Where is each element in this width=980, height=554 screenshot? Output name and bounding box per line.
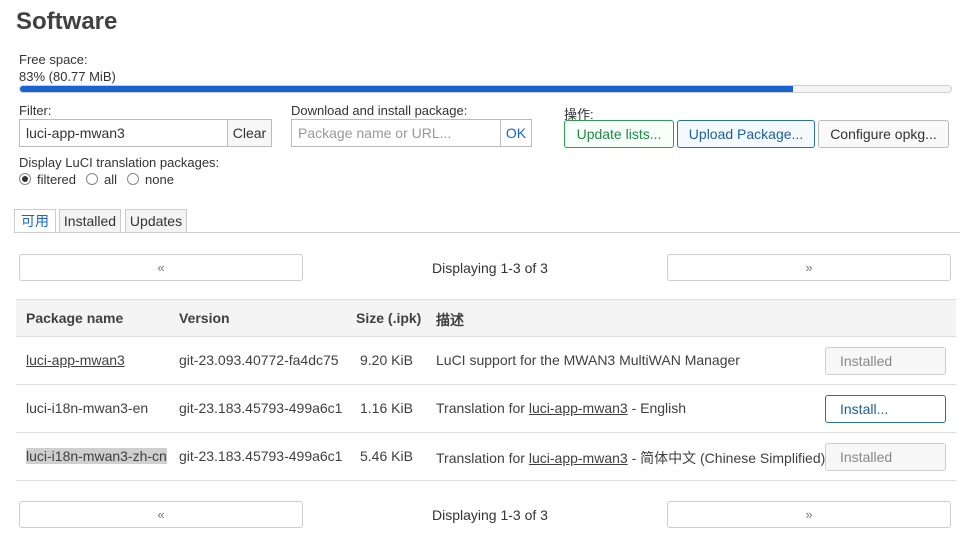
pager-status-bottom: Displaying 1-3 of 3 — [432, 507, 548, 523]
clear-button[interactable]: Clear — [227, 119, 272, 147]
package-name-selected: luci-i18n-mwan3-zh-cn — [26, 448, 167, 464]
radio-filtered[interactable]: filtered — [19, 172, 76, 187]
table-row: luci-i18n-mwan3-zh-cn git-23.183.45793-4… — [16, 433, 956, 481]
description-prefix: Translation for — [436, 450, 529, 466]
tab-available[interactable]: 可用 — [14, 209, 56, 233]
progress-fill — [20, 86, 793, 92]
pager-next-button-bottom[interactable]: » — [667, 501, 951, 528]
description-text: LuCI support for the MWAN3 MultiWAN Mana… — [436, 352, 740, 368]
pager-prev-button-top[interactable]: « — [19, 254, 303, 281]
free-space-progress-bar — [19, 85, 952, 93]
package-version: git-23.183.45793-499a6c1 — [179, 448, 343, 464]
package-name: luci-i18n-mwan3-en — [26, 400, 149, 416]
filter-label: Filter: — [19, 103, 52, 118]
configure-opkg-button[interactable]: Configure opkg... — [818, 120, 949, 148]
pager-prev-button-bottom[interactable]: « — [19, 501, 303, 528]
package-size: 5.46 KiB — [360, 448, 413, 464]
tab-updates[interactable]: Updates — [125, 209, 187, 233]
header-version: Version — [179, 310, 230, 326]
radio-filtered-label: filtered — [37, 171, 77, 187]
package-name-link[interactable]: luci-app-mwan3 — [26, 352, 125, 368]
package-description: Translation for luci-app-mwan3 - English — [436, 400, 686, 416]
radio-none[interactable]: none — [127, 172, 174, 187]
pager-next-button-top[interactable]: » — [667, 254, 951, 281]
package-version: git-23.183.45793-499a6c1 — [179, 400, 343, 416]
update-lists-button[interactable]: Update lists... — [564, 120, 674, 148]
radio-all-label: all — [104, 171, 118, 187]
tabs-divider — [14, 232, 960, 233]
install-button[interactable]: Install... — [825, 395, 946, 423]
description-package-link[interactable]: luci-app-mwan3 — [529, 400, 628, 416]
ok-button[interactable]: OK — [500, 119, 532, 147]
package-size: 9.20 KiB — [360, 352, 413, 368]
table-row: luci-app-mwan3 git-23.093.40772-fa4dc75 … — [16, 337, 956, 385]
description-suffix: - 简体中文 (Chinese Simplified) — [627, 450, 826, 466]
package-version: git-23.093.40772-fa4dc75 — [179, 352, 339, 368]
pager-status-top: Displaying 1-3 of 3 — [432, 260, 548, 276]
translation-radio-group: filtered all none — [19, 171, 184, 187]
header-package-name: Package name — [26, 310, 124, 326]
description-package-link[interactable]: luci-app-mwan3 — [529, 450, 628, 466]
table-row: luci-i18n-mwan3-en git-23.183.45793-499a… — [16, 385, 956, 433]
package-description: LuCI support for the MWAN3 MultiWAN Mana… — [436, 352, 740, 368]
package-description: Translation for luci-app-mwan3 - 简体中文 (C… — [436, 448, 825, 468]
radio-all-icon[interactable] — [86, 173, 99, 185]
translation-label: Display LuCI translation packages: — [19, 155, 220, 170]
filter-input[interactable]: luci-app-mwan3 — [19, 119, 228, 147]
installed-button: Installed — [825, 347, 946, 375]
download-label: Download and install package: — [291, 103, 468, 118]
radio-none-label: none — [145, 171, 174, 187]
tab-installed[interactable]: Installed — [59, 209, 121, 233]
header-size: Size (.ipk) — [356, 310, 422, 326]
package-url-input[interactable]: Package name or URL... — [291, 119, 501, 147]
radio-filtered-icon[interactable] — [19, 173, 31, 185]
description-suffix: - English — [627, 400, 687, 416]
upload-package-button[interactable]: Upload Package... — [677, 120, 815, 148]
installed-button: Installed — [825, 443, 946, 471]
radio-all[interactable]: all — [86, 172, 117, 187]
radio-none-icon[interactable] — [127, 173, 140, 185]
free-space-label: Free space: — [19, 52, 88, 67]
page-title: Software — [16, 8, 118, 35]
table-header: Package name Version Size (.ipk) 描述 — [16, 299, 956, 337]
package-size: 1.16 KiB — [360, 400, 413, 416]
header-description: 描述 — [436, 312, 464, 328]
free-space-value: 83% (80.77 MiB) — [19, 69, 116, 84]
description-prefix: Translation for — [436, 400, 529, 416]
